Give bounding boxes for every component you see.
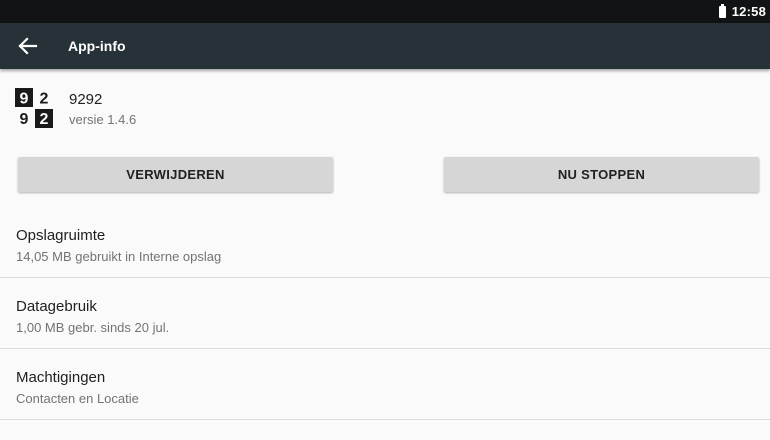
divider — [0, 277, 770, 278]
app-name: 9292 — [69, 91, 103, 108]
app-version: versie 1.4.6 — [69, 112, 137, 127]
app-header: 9 2 9 2 9292 versie 1.4.6 — [0, 88, 770, 132]
app-logo-icon: 9 2 9 2 — [15, 88, 53, 128]
list-item-storage[interactable]: Opslagruimte 14,05 MB gebruikt in Intern… — [0, 215, 770, 285]
logo-digit-1: 9 — [20, 91, 29, 108]
list-item-subtitle: 14,05 MB gebruikt in Interne opslag — [16, 249, 222, 264]
list-item-title: Opslagruimte — [16, 227, 106, 244]
list-item-permissions[interactable]: Machtigingen Contacten en Locatie — [0, 357, 770, 427]
app-bar: App-info — [0, 23, 770, 69]
battery-icon — [718, 3, 726, 18]
uninstall-button[interactable]: VERWIJDEREN — [18, 157, 333, 192]
arrow-back-icon[interactable] — [14, 34, 40, 58]
status-clock: 12:58 — [731, 4, 766, 19]
status-icons: 12:58 — [718, 0, 766, 23]
list-item-title: Machtigingen — [16, 369, 106, 386]
divider — [0, 348, 770, 349]
force-stop-button[interactable]: NU STOPPEN — [444, 157, 759, 192]
divider — [0, 419, 770, 420]
logo-digit-4: 2 — [40, 111, 49, 128]
list-item-subtitle: Contacten en Locatie — [16, 391, 139, 406]
list-item-title: Datagebruik — [16, 298, 97, 315]
list-item-subtitle: 1,00 MB gebr. sinds 20 jul. — [16, 320, 170, 335]
page-title: App-info — [68, 38, 126, 54]
list-item-data-usage[interactable]: Datagebruik 1,00 MB gebr. sinds 20 jul. — [0, 286, 770, 356]
logo-digit-3: 9 — [20, 111, 29, 128]
logo-digit-2: 2 — [40, 91, 49, 108]
status-bar: 12:58 — [0, 0, 770, 23]
